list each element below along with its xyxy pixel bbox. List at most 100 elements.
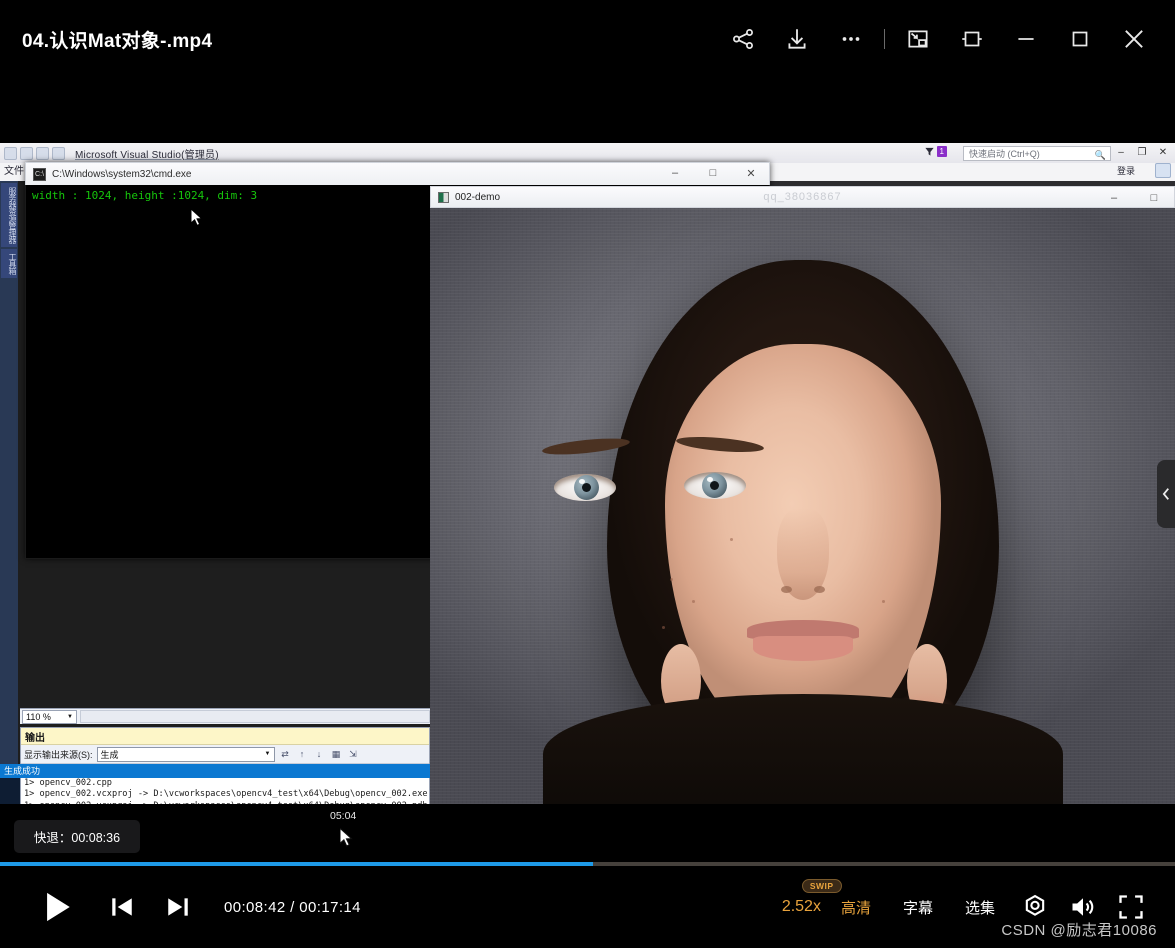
output-down-button[interactable]: ↓ bbox=[313, 747, 326, 761]
fullscreen-button[interactable] bbox=[1107, 885, 1155, 929]
picture-in-picture-button[interactable] bbox=[891, 12, 945, 66]
player-right-controls: 2.52x SWIP 高清 字幕 选集 bbox=[778, 879, 1155, 929]
portrait-freckle bbox=[730, 538, 733, 541]
dock-panel-icon bbox=[962, 31, 982, 47]
more-options-button[interactable] bbox=[824, 12, 878, 66]
portrait-nostril-left bbox=[780, 586, 792, 593]
portrait-iris-left bbox=[574, 475, 599, 500]
volume-button[interactable] bbox=[1059, 885, 1107, 929]
vs-left-rail: 服务器资源管理器 工具箱 bbox=[0, 181, 18, 778]
cmd-window-controls: – □ ✕ bbox=[656, 162, 770, 184]
more-icon bbox=[842, 37, 860, 41]
volume-icon bbox=[1072, 898, 1094, 916]
portrait-freckle bbox=[882, 600, 885, 603]
vs-quick-launch-input[interactable]: 快速启动 (Ctrl+Q) 🔍 bbox=[963, 146, 1111, 161]
portrait-pupil-left bbox=[582, 483, 591, 492]
output-panel-header: 输出 bbox=[21, 728, 429, 745]
image-viewer-titlebar: 002-demo qq_38036867 – □ bbox=[430, 186, 1175, 208]
side-panel-toggle[interactable] bbox=[1157, 460, 1175, 528]
vs-undo-icon[interactable] bbox=[36, 146, 49, 160]
cmd-icon: C:\ bbox=[33, 167, 46, 181]
mouse-cursor-seekbar bbox=[339, 827, 354, 853]
vs-quick-access-toolbar[interactable] bbox=[4, 146, 65, 160]
image-viewer-canvas bbox=[430, 208, 1175, 804]
portrait-eye-left bbox=[554, 474, 616, 501]
vs-notification-badge: 1 bbox=[936, 146, 947, 157]
vs-save-icon[interactable] bbox=[20, 146, 33, 160]
portrait-eye-highlight-left bbox=[579, 479, 585, 484]
cursor-arrow-icon bbox=[339, 827, 353, 847]
episode-list-button[interactable]: 选集 bbox=[949, 897, 1011, 918]
vs-signin-link[interactable]: 登录 bbox=[1117, 164, 1135, 177]
vs-minimize-button[interactable]: – bbox=[1111, 144, 1131, 160]
vs-close-button[interactable]: ✕ bbox=[1153, 144, 1173, 160]
portrait-eye-highlight-right bbox=[707, 477, 713, 482]
share-button[interactable] bbox=[716, 12, 770, 66]
vs-zoom-dropdown[interactable]: 110 % ▼ bbox=[22, 709, 77, 724]
output-jump-button[interactable]: ⇄ bbox=[279, 747, 292, 761]
output-wrap-button[interactable]: ⇲ bbox=[347, 747, 360, 761]
cmd-maximize-button[interactable]: □ bbox=[694, 162, 732, 184]
vs-restore-button[interactable]: ❐ bbox=[1132, 144, 1152, 160]
cmd-titlebar: C:\ C:\Windows\system32\cmd.exe – □ ✕ bbox=[25, 162, 770, 185]
seek-hover-time: 05:04 bbox=[330, 810, 357, 822]
minimize-icon bbox=[1018, 38, 1034, 40]
maximize-button[interactable] bbox=[1053, 12, 1107, 66]
subtitle-button[interactable]: 字幕 bbox=[887, 897, 949, 918]
gear-icon bbox=[1025, 894, 1045, 916]
vs-zoom-value: 110 % bbox=[26, 711, 51, 722]
chevron-left-icon bbox=[1162, 488, 1169, 500]
vs-editor-hscrollbar[interactable] bbox=[80, 710, 430, 723]
portrait-freckle bbox=[662, 626, 665, 629]
output-panel-toolbar: 显示输出来源(S): 生成 ▼ ⇄ ↑ ↓ ▦ ⇲ bbox=[21, 745, 429, 764]
close-icon bbox=[1125, 30, 1143, 48]
skip-previous-icon bbox=[112, 898, 132, 916]
play-button[interactable] bbox=[34, 884, 80, 930]
sidebar-item-server-explorer[interactable]: 服务器资源管理器 bbox=[1, 183, 17, 247]
cursor-arrow-icon bbox=[190, 207, 203, 227]
play-icon bbox=[47, 892, 70, 922]
vs-status-text: 生成成功 bbox=[4, 766, 41, 776]
cmd-close-button[interactable]: ✕ bbox=[732, 162, 770, 184]
maximize-icon bbox=[1072, 31, 1088, 47]
output-clear-button[interactable]: ▦ bbox=[330, 747, 343, 761]
vs-redo-icon[interactable] bbox=[52, 146, 65, 160]
output-up-button[interactable]: ↑ bbox=[296, 747, 309, 761]
seek-tooltip: 快退：00:08:36 bbox=[14, 820, 140, 853]
vs-titlebar: Microsoft Visual Studio(管理员) 1 快速启动 (Ctr… bbox=[0, 143, 1175, 163]
playback-speed-button[interactable]: 2.52x SWIP bbox=[778, 879, 842, 916]
vs-menu-file[interactable]: 文件 bbox=[4, 166, 24, 177]
image-viewer-maximize-button[interactable]: □ bbox=[1134, 187, 1174, 208]
minimize-button[interactable] bbox=[999, 12, 1053, 66]
output-line: 1> opencv_002.vcxproj -> D:\vcworkspaces… bbox=[24, 801, 429, 804]
picture-in-picture-icon bbox=[908, 30, 928, 48]
titlebar-controls bbox=[716, 0, 1161, 78]
vs-window-controls: – ❐ ✕ bbox=[1111, 144, 1173, 160]
cmd-minimize-button[interactable]: – bbox=[656, 162, 694, 184]
cmd-title-text: C:\Windows\system32\cmd.exe bbox=[52, 168, 192, 180]
dock-panel-button[interactable] bbox=[945, 12, 999, 66]
vs-notifications[interactable]: 1 bbox=[924, 146, 947, 157]
close-button[interactable] bbox=[1107, 12, 1161, 66]
quality-button[interactable]: 高清 bbox=[825, 897, 887, 918]
download-icon bbox=[788, 29, 806, 49]
mouse-cursor-console bbox=[190, 207, 204, 230]
vs-quick-launch-placeholder: 快速启动 (Ctrl+Q) bbox=[969, 149, 1040, 159]
vs-back-icon[interactable] bbox=[4, 146, 17, 160]
vs-zoom-bar: 110 % ▼ bbox=[20, 708, 430, 724]
player-controls: 00:08:42 / 00:17:14 2.52x SWIP 高清 字幕 选集 bbox=[0, 866, 1175, 948]
output-source-dropdown[interactable]: 生成 ▼ bbox=[96, 746, 275, 762]
download-button[interactable] bbox=[770, 12, 824, 66]
settings-button[interactable] bbox=[1011, 885, 1059, 929]
sidebar-item-toolbox[interactable]: 工具箱 bbox=[1, 249, 17, 278]
image-viewer-window: 002-demo qq_38036867 – □ bbox=[430, 186, 1175, 804]
vs-feedback-icon[interactable] bbox=[1155, 163, 1171, 178]
image-viewer-minimize-button[interactable]: – bbox=[1094, 187, 1134, 208]
output-line: 1> opencv_002.vcxproj -> D:\vcworkspaces… bbox=[24, 789, 428, 800]
output-line: 1> opencv_002.cpp bbox=[24, 777, 112, 788]
previous-button[interactable] bbox=[102, 887, 142, 927]
portrait-freckle bbox=[692, 600, 695, 603]
portrait-nostril-right bbox=[813, 586, 825, 593]
next-button[interactable] bbox=[158, 887, 198, 927]
portrait-mouth bbox=[746, 620, 859, 664]
